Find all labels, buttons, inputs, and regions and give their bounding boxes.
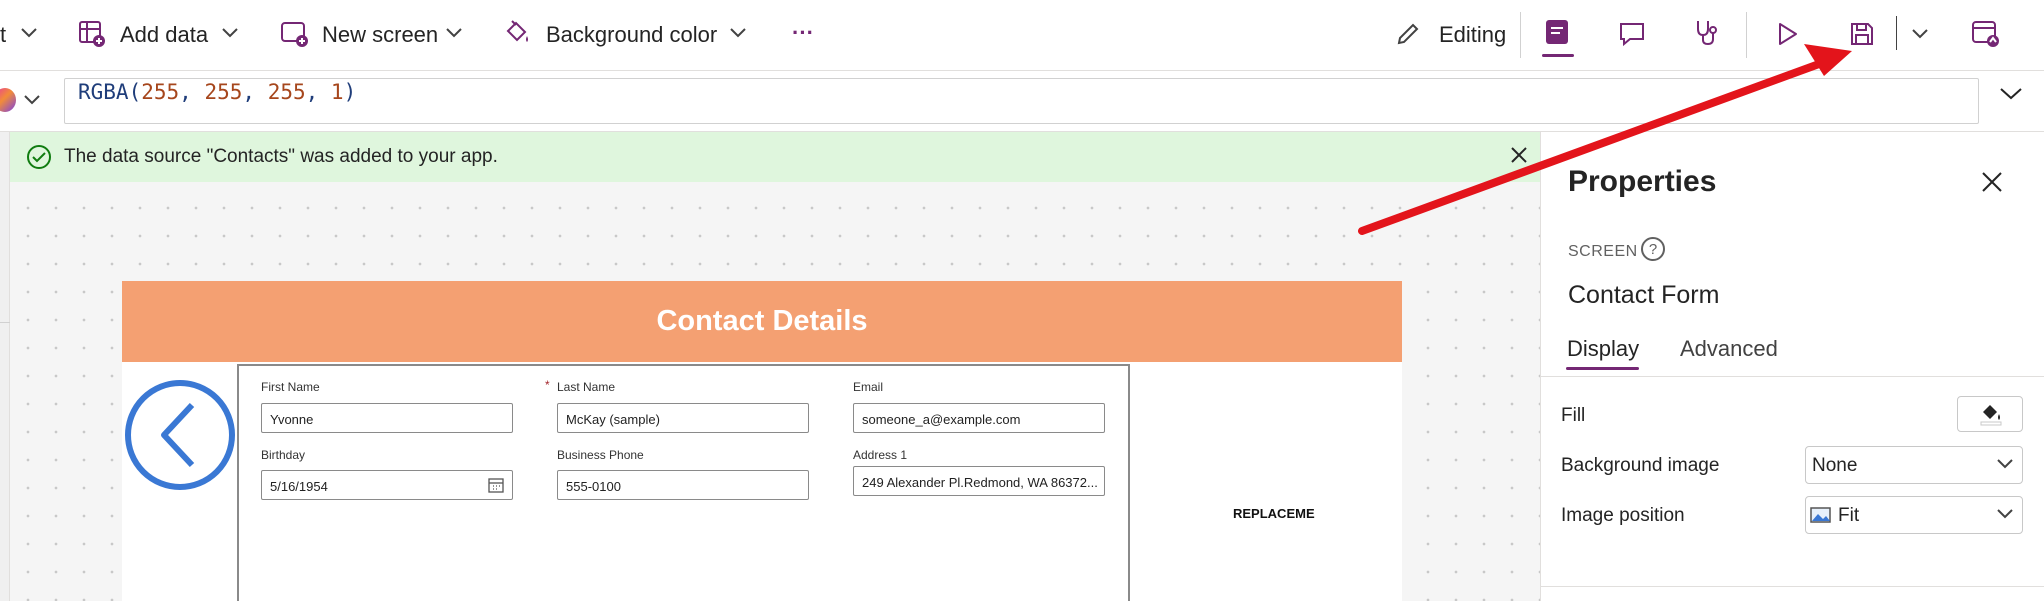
paint-bucket-icon xyxy=(506,20,528,42)
formula-arg-blue: 255 xyxy=(267,80,306,104)
paint-bucket-icon xyxy=(1980,405,2002,426)
placeholder-label[interactable]: REPLACEME xyxy=(1233,506,1315,521)
toolbar-divider xyxy=(1520,12,1521,58)
tab-advanced[interactable]: Advanced xyxy=(1680,336,1778,362)
app-checker-icon[interactable] xyxy=(1692,18,1722,48)
background-image-dropdown[interactable]: None xyxy=(1805,446,2023,484)
expand-formula-icon[interactable] xyxy=(1998,86,2024,102)
chevron-down-icon[interactable] xyxy=(1996,458,2014,470)
left-panel-divider xyxy=(0,322,10,323)
panel-title: Properties xyxy=(1568,165,1717,198)
business-phone-input[interactable]: 555-0100 xyxy=(557,470,809,500)
field-label: Email xyxy=(853,380,884,394)
control-type-label: SCREEN xyxy=(1568,243,1638,260)
field-label: Business Phone xyxy=(557,448,644,462)
tab-display[interactable]: Display xyxy=(1567,336,1639,362)
formula-expression[interactable]: RGBA(255, 255, 255, 1) xyxy=(78,80,356,104)
background-color-label: Background color xyxy=(546,22,718,47)
background-image-label: Background image xyxy=(1561,455,1720,476)
last-name-input[interactable]: McKay (sample) xyxy=(557,403,809,433)
field-label: Birthday xyxy=(261,448,306,462)
checkmark-circle-icon xyxy=(27,145,51,169)
fill-label: Fill xyxy=(1561,405,1586,426)
first-name-input[interactable]: Yvonne xyxy=(261,403,513,433)
add-data-button[interactable]: Add data xyxy=(78,16,288,54)
command-bar: t Add data New screen Background color ·… xyxy=(0,0,2044,70)
publish-icon[interactable] xyxy=(1970,19,2002,49)
table-add-icon xyxy=(79,21,105,47)
left-panel-edge xyxy=(0,132,10,601)
pencil-icon xyxy=(1397,23,1419,45)
formula-arg-red: 255 xyxy=(141,80,180,104)
chevron-down-icon[interactable] xyxy=(1910,27,1930,41)
fill-color-picker[interactable] xyxy=(1957,396,2023,432)
chevron-down-icon[interactable] xyxy=(1996,508,2014,520)
active-tab-indicator xyxy=(1542,54,1574,57)
field-label: Last Name xyxy=(557,380,616,394)
required-marker: * xyxy=(545,378,550,392)
chevron-down-icon xyxy=(24,95,40,105)
close-icon[interactable] xyxy=(1980,170,2004,194)
address-input[interactable]: 249 Alexander Pl.Redmond, WA 86372... xyxy=(853,466,1105,496)
add-data-label: Add data xyxy=(120,22,209,47)
field-label: Address 1 xyxy=(853,448,908,462)
property-selector[interactable] xyxy=(0,82,46,120)
chevron-down-icon xyxy=(222,28,238,38)
chevron-down-icon xyxy=(446,28,462,38)
toolbar-divider xyxy=(1746,12,1747,58)
comment-icon[interactable] xyxy=(1618,20,1648,48)
screen-header-title: Contact Details xyxy=(656,305,868,337)
new-screen-button[interactable]: New screen xyxy=(280,16,480,54)
save-icon[interactable] xyxy=(1848,20,1876,48)
background-image-value: None xyxy=(1812,455,1858,476)
editing-label: Editing xyxy=(1439,22,1507,47)
formula-suffix: ) xyxy=(343,80,357,104)
chevron-down-icon xyxy=(730,28,746,38)
birthday-date-picker[interactable]: 5/16/1954 xyxy=(261,470,513,500)
split-button-divider xyxy=(1896,16,1897,50)
editing-mode-button[interactable]: Editing xyxy=(1394,16,1512,54)
email-input[interactable]: someone_a@example.com xyxy=(853,403,1105,433)
insert-menu-label[interactable]: t xyxy=(0,22,6,48)
birthday-value: 5/16/1954 xyxy=(270,479,328,494)
more-options-button[interactable]: ··· xyxy=(792,20,814,46)
image-icon xyxy=(1810,507,1831,523)
play-icon[interactable] xyxy=(1773,20,1801,48)
calendar-icon[interactable] xyxy=(487,476,505,494)
help-icon[interactable]: ? xyxy=(1641,237,1665,261)
tab-divider xyxy=(1541,376,2044,377)
formula-arg-alpha: 1 xyxy=(330,80,344,104)
new-screen-label: New screen xyxy=(322,22,439,47)
notes-icon[interactable] xyxy=(1543,18,1573,48)
image-position-value: Fit xyxy=(1838,505,1860,526)
background-color-button[interactable]: Background color xyxy=(503,16,763,54)
close-icon[interactable] xyxy=(1508,144,1530,166)
image-position-dropdown[interactable]: Fit xyxy=(1805,496,2023,534)
image-position-label: Image position xyxy=(1561,505,1685,526)
back-arrow-icon[interactable] xyxy=(124,379,238,493)
formula-arg-green: 255 xyxy=(204,80,243,104)
screen-name[interactable]: Contact Form xyxy=(1568,281,1719,310)
screen-add-icon xyxy=(281,22,308,47)
chevron-down-icon[interactable] xyxy=(19,26,39,40)
copilot-icon xyxy=(0,88,16,112)
panel-divider xyxy=(1541,586,2044,587)
notification-message: The data source "Contacts" was added to … xyxy=(64,146,498,167)
active-tab-indicator xyxy=(1566,367,1639,370)
field-label: First Name xyxy=(261,380,320,394)
formula-prefix: RGBA( xyxy=(78,80,142,104)
